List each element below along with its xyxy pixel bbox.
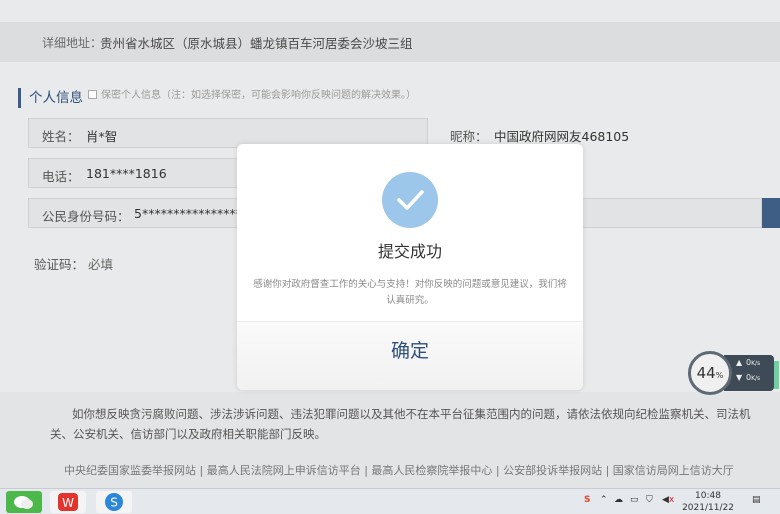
wechat-icon[interactable]: [6, 491, 42, 513]
sogou-browser-icon[interactable]: S: [96, 491, 132, 513]
network-icon[interactable]: ▭: [630, 495, 639, 505]
taskbar: W S S ⌃ ☁ ▭ ⛉ ◀x 10:48 2021/11/22 ▤: [0, 488, 780, 514]
ime-icon[interactable]: S: [584, 495, 590, 505]
usage-bar: [774, 361, 779, 389]
modal-message: 感谢你对政府督查工作的关心与支持！对你反映的问题或意见建议，我们将认真研究。: [253, 279, 567, 306]
network-speed-widget[interactable]: ▲ 0K/s ▼ 0K/s 44%: [688, 351, 780, 395]
download-speed: 0K/s: [746, 373, 761, 382]
memory-usage-circle: 44%: [688, 351, 732, 395]
clock-time: 10:48: [695, 491, 721, 501]
notification-icon[interactable]: ▤: [752, 495, 761, 505]
modal-title: 提交成功: [377, 242, 442, 261]
clock-date: 2021/11/22: [682, 503, 734, 513]
webpage: 详细地址： 贵州省水城区（原水城县）蟠龙镇百车河居委会沙坡三组 个人信息 保密个…: [0, 0, 780, 488]
download-arrow-icon: ▼: [736, 373, 743, 382]
success-check-icon: [382, 172, 438, 228]
wps-icon[interactable]: W: [50, 491, 86, 513]
success-modal: 提交成功 感谢你对政府督查工作的关心与支持！对你反映的问题或意见建议，我们将认真…: [237, 144, 583, 390]
cloud-icon[interactable]: ☁: [614, 495, 623, 505]
security-icon[interactable]: ⛉: [646, 495, 653, 505]
svg-text:W: W: [62, 496, 74, 510]
upload-speed: 0K/s: [746, 358, 761, 367]
svg-text:S: S: [110, 496, 118, 510]
confirm-button[interactable]: 确定: [237, 322, 583, 390]
upload-arrow-icon: ▲: [736, 358, 743, 367]
volume-icon[interactable]: ◀x: [662, 495, 674, 505]
taskbar-clock[interactable]: 10:48 2021/11/22: [676, 490, 740, 514]
tray-chevron-icon[interactable]: ⌃: [600, 495, 608, 505]
